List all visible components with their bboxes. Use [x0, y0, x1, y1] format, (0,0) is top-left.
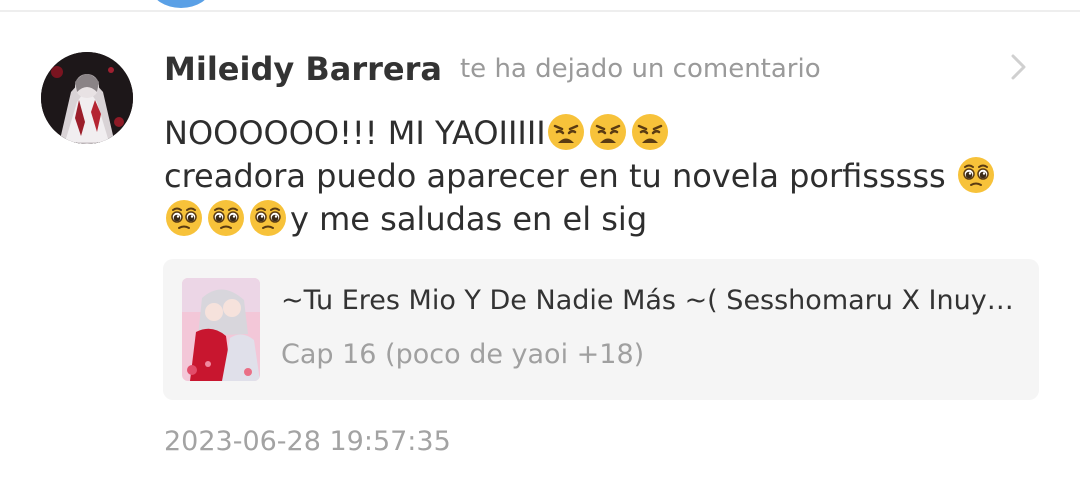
- pleading-face-emoji-icon: [250, 200, 286, 236]
- username[interactable]: Mileidy Barrera: [164, 50, 442, 88]
- previous-item-avatar: [152, 0, 210, 8]
- pleading-face-emoji-icon: [208, 200, 244, 236]
- pleading-face-emoji-icon: [957, 157, 994, 193]
- chevron-right-icon[interactable]: [1008, 52, 1030, 82]
- chapter-title: Cap 16 (poco de yaoi +18): [281, 339, 645, 370]
- comment-text: NOOOOOO!!! MI YAOIIIII creadora puedo ap…: [164, 112, 1024, 241]
- story-title: ~Tu Eres Mio Y De Nadie Más ~( Sesshomar…: [281, 285, 1016, 316]
- comment-line-3: y me saludas en el sig: [164, 198, 1024, 241]
- pleading-face-emoji-icon: [166, 200, 202, 236]
- timestamp: 2023-06-28 19:57:35: [164, 426, 451, 457]
- action-text: te ha dejado un comentario: [459, 54, 821, 84]
- comment-line-2: creadora puedo aparecer en tu novela por…: [164, 155, 1024, 198]
- story-card[interactable]: ~Tu Eres Mio Y De Nadie Más ~( Sesshomar…: [163, 259, 1039, 400]
- weary-face-emoji-icon: [589, 114, 626, 150]
- comment-notification[interactable]: Mileidy Barrera te ha dejado un comentar…: [0, 12, 1080, 489]
- weary-face-emoji-icon: [631, 114, 668, 150]
- notification-header: Mileidy Barrera te ha dejado un comentar…: [164, 47, 1004, 91]
- story-cover: [182, 278, 260, 381]
- comment-line-1: NOOOOOO!!! MI YAOIIIII: [164, 112, 1024, 155]
- weary-face-emoji-icon: [547, 114, 584, 150]
- avatar[interactable]: [41, 52, 133, 144]
